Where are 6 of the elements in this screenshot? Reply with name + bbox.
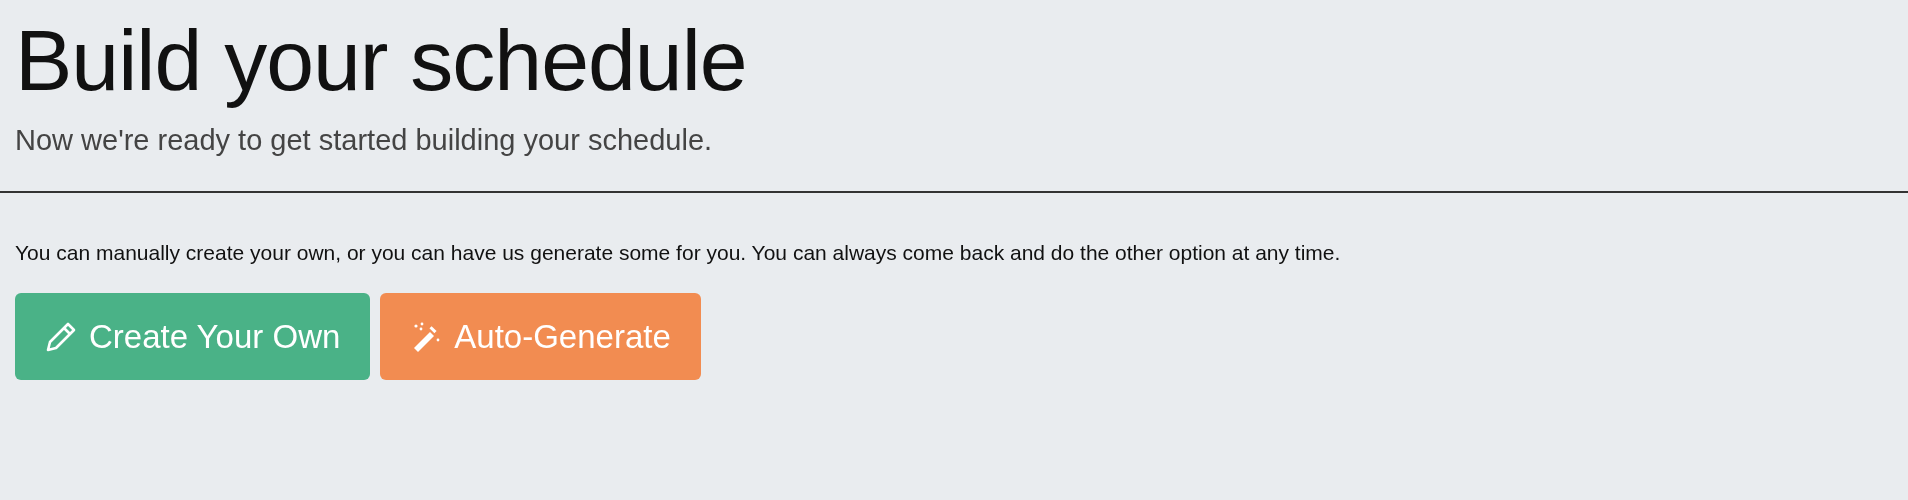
pencil-icon — [45, 320, 77, 353]
page-title: Build your schedule — [15, 11, 748, 110]
auto-generate-button[interactable]: Auto-Generate — [380, 293, 701, 380]
page-subtitle: Now we're ready to get started building your schedule. — [15, 124, 714, 157]
create-button[interactable]: Create Your Own — [15, 293, 371, 380]
description-text: You can manually create your own, or you can have us generate some for you. You can always come back and do the other option at any time. — [15, 241, 1342, 265]
